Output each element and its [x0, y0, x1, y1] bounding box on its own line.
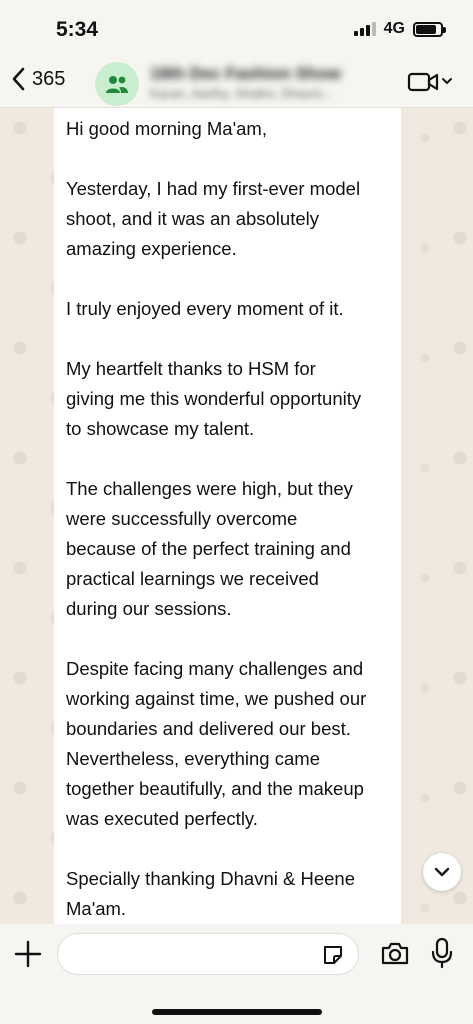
message-bubble[interactable]: Hi good morning Ma'am, Yesterday, I had …: [54, 108, 401, 924]
chevron-left-icon: [12, 67, 25, 91]
message-line: amazing experience.: [66, 238, 237, 259]
group-members: Karan, Aarthy, Shalini, Dhavni...: [150, 86, 333, 101]
message-line: [66, 324, 389, 354]
message-line: Despite facing many challenges and: [66, 658, 364, 679]
message-line: Yesterday, I had my first-ever model: [66, 178, 361, 199]
message-line: giving me this wonderful opportunity: [66, 388, 362, 409]
home-indicator[interactable]: [152, 1009, 322, 1015]
message-line: were successfully overcome: [66, 508, 298, 529]
group-avatar[interactable]: [95, 62, 139, 106]
message-line: together beautifully, and the makeup: [66, 778, 364, 799]
message-line: Nevertheless, everything came: [66, 748, 320, 769]
microphone-icon[interactable]: [431, 937, 453, 969]
message-line: was executed perfectly.: [66, 808, 258, 829]
camera-icon[interactable]: [380, 940, 410, 966]
message-line: The challenges were high, but they: [66, 478, 353, 499]
back-button[interactable]: 365: [10, 66, 65, 92]
message-line: [66, 624, 389, 654]
sticker-icon[interactable]: [321, 943, 345, 967]
message-line: Ma'am.: [66, 898, 127, 919]
chat-header: 365 18th Dec Fashion Show Karan, Aarthy,…: [0, 58, 473, 108]
chevron-down-icon[interactable]: [441, 74, 453, 88]
message-line: shoot, and it was an absolutely: [66, 208, 319, 229]
message-line: I truly enjoyed every moment of it.: [66, 298, 344, 319]
status-bar: 5:34 4G: [0, 0, 473, 58]
group-icon: [106, 76, 128, 93]
message-line: [66, 834, 389, 864]
message-input[interactable]: [57, 933, 359, 975]
message-line: Specially thanking Dhavni & Heene: [66, 868, 355, 889]
message-line: boundaries and delivered our best.: [66, 718, 351, 739]
message-line: [66, 444, 389, 474]
group-title[interactable]: 18th Dec Fashion Show: [150, 64, 341, 84]
message-line: to showcase my talent.: [66, 418, 255, 439]
unread-count: 365: [32, 67, 66, 90]
message-line: My heartfelt thanks to HSM for: [66, 358, 316, 379]
composer-bar: [0, 924, 473, 1024]
status-time: 5:34: [56, 18, 99, 41]
message-line: during our sessions.: [66, 598, 232, 619]
message-line: Hi good morning Ma'am,: [66, 118, 267, 139]
signal-icon: [353, 22, 376, 36]
plus-icon[interactable]: [14, 940, 42, 968]
battery-icon: [413, 21, 446, 37]
message-line: because of the perfect training and: [66, 538, 351, 559]
status-indicators: 4G: [353, 20, 446, 38]
message-line: [66, 144, 389, 174]
message-line: working against time, we pushed our: [66, 688, 367, 709]
message-line: [66, 264, 389, 294]
video-camera-icon[interactable]: [407, 70, 439, 94]
chevron-down-icon: [434, 867, 450, 877]
scroll-to-bottom-button[interactable]: [423, 853, 461, 891]
message-line: practical learnings we received: [66, 568, 319, 589]
network-label: 4G: [383, 20, 405, 37]
